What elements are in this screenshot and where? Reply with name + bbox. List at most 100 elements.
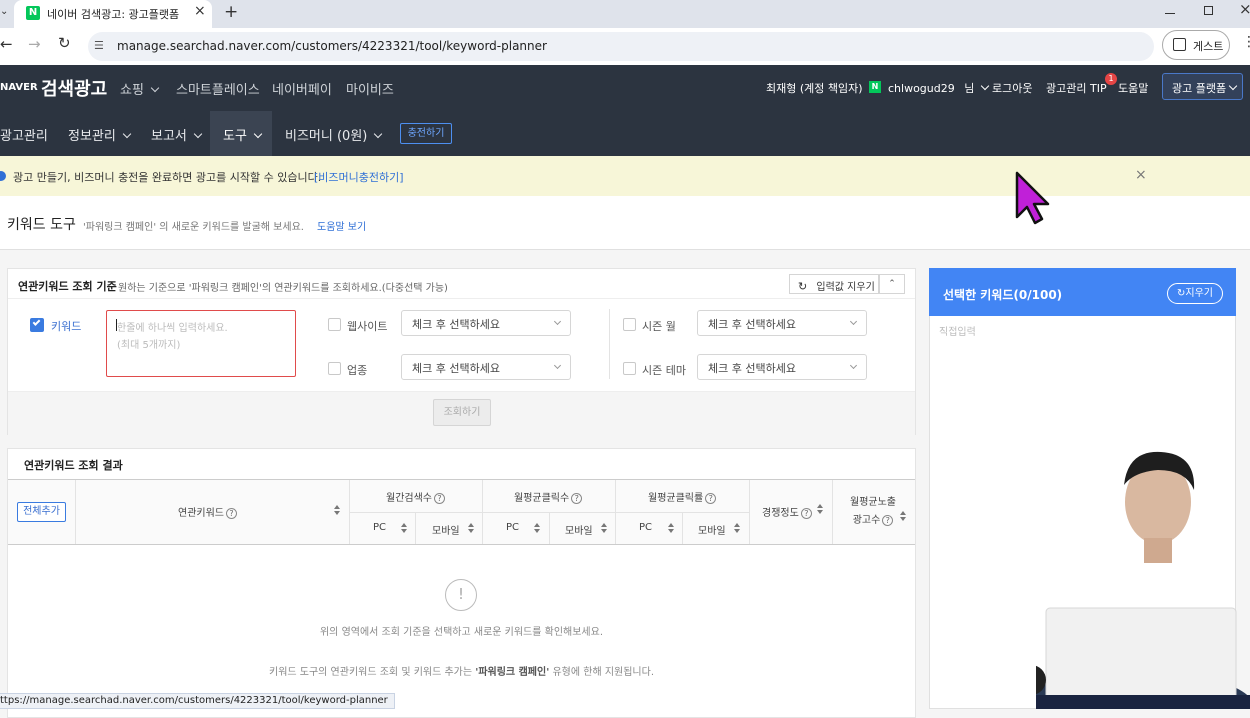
help-icon[interactable]: ? [800, 508, 812, 519]
searchad-logo[interactable]: 검색광고 [41, 75, 107, 101]
notice-close-icon[interactable]: × [1135, 167, 1147, 183]
main-top-nav: NAVER 검색광고 쇼핑 스마트플레이스 네이버페이 마이비즈 최재형 (계정… [0, 65, 1250, 111]
chevron-down-icon [553, 317, 562, 326]
page-title: 키워드 도구 [7, 217, 76, 233]
reset-input-button[interactable]: ↻ 입력값 지우기 [789, 274, 879, 294]
site-info-icon[interactable]: ☰ [94, 39, 104, 52]
help-icon[interactable]: ? [882, 515, 894, 526]
nav-item-reports[interactable]: 보고서 [151, 125, 203, 144]
season-theme-checkbox[interactable] [623, 362, 636, 375]
col-header-ctr-mobile[interactable]: 모바일 [698, 522, 726, 537]
help-icon[interactable]: ? [226, 508, 237, 519]
sort-icon[interactable] [401, 523, 407, 533]
support-notice: 키워드 도구의 연관키워드 조회 및 키워드 추가는 '파워링크 캠페인' 유형… [269, 667, 654, 678]
back-icon[interactable]: ← [0, 35, 13, 53]
logout-link[interactable]: 로그아웃 [992, 80, 1032, 96]
collapse-button[interactable]: ⌃ [879, 274, 905, 294]
col-header-keyword[interactable]: 연관키워드? [178, 504, 237, 519]
sort-icon[interactable] [817, 504, 823, 514]
help-icon[interactable]: ? [571, 493, 583, 504]
url-text: manage.searchad.naver.com/customers/4223… [117, 39, 547, 53]
keyword-textarea[interactable]: 한줄에 하나씩 입력하세요. (최대 5개까지) [106, 310, 296, 377]
season-month-checkbox[interactable] [623, 318, 636, 331]
webcam-overlay [1036, 440, 1250, 709]
website-checkbox[interactable] [328, 318, 341, 331]
nav-item-info-management[interactable]: 정보관리 [68, 125, 132, 144]
minimize-icon[interactable] [1165, 13, 1175, 14]
reload-icon[interactable]: ↻ [58, 34, 71, 52]
nav-item-shopping[interactable]: 쇼핑 [120, 79, 160, 98]
new-tab-button[interactable]: + [224, 2, 238, 22]
criteria-divider [609, 309, 610, 379]
browser-tab-bar: ⌄ N 네이버 검색광고: 광고플랫폼 × + × [0, 0, 1250, 28]
sort-icon[interactable] [468, 523, 474, 533]
browser-tab[interactable]: N 네이버 검색광고: 광고플랫폼 × [14, 0, 212, 28]
col-header-clicks-mobile[interactable]: 모바일 [565, 522, 593, 537]
bizmoney-charge-link[interactable]: [비즈머니충전하기] [314, 169, 404, 185]
industry-select[interactable]: 체크 후 선택하세요 [401, 354, 571, 380]
col-header-ad-exposure[interactable]: 월평균노출 광고수? [850, 494, 896, 530]
window-close-icon[interactable]: × [1239, 0, 1250, 18]
help-view-link[interactable]: 도움말 보기 [317, 218, 366, 233]
url-field[interactable]: ☰ manage.searchad.naver.com/customers/42… [88, 32, 1154, 61]
help-icon[interactable]: ? [434, 493, 445, 504]
col-header-search-mobile[interactable]: 모바일 [432, 522, 460, 537]
help-link[interactable]: 도움말 [1118, 80, 1148, 96]
tab-list-chevron-icon[interactable]: ⌄ [0, 6, 10, 20]
nav-item-tools[interactable]: 도구 [210, 111, 272, 156]
notice-banner: 광고 만들기, 비즈머니 충전을 완료하면 광고를 시작할 수 있습니다. [비… [0, 156, 1250, 196]
chevron-down-icon [122, 129, 132, 139]
guest-label: 게스트 [1193, 40, 1224, 53]
nav-item-mybiz[interactable]: 마이비즈 [346, 79, 394, 98]
results-title: 연관키워드 조회 결과 [24, 459, 123, 472]
user-menu[interactable]: chlwogud29 님 [888, 80, 990, 96]
sort-icon[interactable] [668, 523, 674, 533]
restore-icon[interactable] [1204, 6, 1213, 15]
tip-notification-badge: 1 [1105, 73, 1117, 85]
direct-input-field[interactable]: 직접입력 [939, 323, 976, 338]
keyword-checkbox[interactable] [30, 318, 44, 332]
info-icon [0, 171, 6, 181]
naver-account-icon: N [869, 81, 881, 93]
tab-close-icon[interactable]: × [194, 3, 206, 19]
clear-selected-button[interactable]: ↻지우기 [1167, 283, 1223, 304]
col-header-competition[interactable]: 경쟁정도? [762, 504, 812, 519]
sort-icon[interactable] [334, 505, 340, 515]
chevron-down-icon [553, 361, 562, 370]
forward-icon[interactable]: → [28, 35, 41, 53]
sort-icon[interactable] [534, 523, 540, 533]
browser-menu-icon[interactable]: ⋮ [1242, 34, 1250, 50]
charge-button[interactable]: 충전하기 [400, 123, 452, 144]
nav-item-bizmoney[interactable]: 비즈머니 (0원) [285, 125, 383, 144]
criteria-description: 원하는 기준으로 '파워링크 캠페인'의 연관키워드를 조회하세요.(다중선택 … [118, 283, 448, 294]
chevron-down-icon [849, 317, 858, 326]
season-month-label: 시즌 월 [642, 320, 676, 333]
ad-tip-link[interactable]: 광고관리 TIP [1046, 80, 1107, 96]
criteria-title: 연관키워드 조회 기준 [18, 280, 117, 293]
sort-icon[interactable] [601, 523, 607, 533]
search-button[interactable]: 조회하기 [433, 399, 491, 426]
website-select[interactable]: 체크 후 선택하세요 [401, 310, 571, 336]
season-month-select[interactable]: 체크 후 선택하세요 [697, 310, 867, 336]
col-header-ctr-pc[interactable]: PC [639, 522, 652, 533]
sort-icon[interactable] [734, 523, 740, 533]
nav-item-naverpay[interactable]: 네이버페이 [272, 79, 332, 98]
col-header-avg-clicks: 월평균클릭수? [514, 489, 583, 504]
industry-checkbox[interactable] [328, 362, 341, 375]
table-header-border [8, 544, 915, 545]
user-id: chlwogud29 [888, 82, 955, 95]
add-all-button[interactable]: 전체추가 [17, 502, 66, 522]
sort-icon[interactable] [900, 511, 906, 521]
season-theme-select[interactable]: 체크 후 선택하세요 [697, 354, 867, 380]
nav-item-ad-management[interactable]: 광고관리 [0, 125, 48, 144]
col-header-search-pc[interactable]: PC [373, 522, 386, 533]
help-icon[interactable]: ? [705, 493, 717, 504]
empty-state-icon: ! [445, 579, 477, 611]
mouse-cursor-icon [1014, 171, 1054, 225]
nav-item-smartplace[interactable]: 스마트플레이스 [176, 79, 260, 98]
check-icon [32, 318, 41, 326]
guest-profile-button[interactable]: 게스트 [1162, 30, 1230, 60]
ad-platform-button[interactable]: 광고 플랫폼 [1162, 73, 1243, 100]
season-theme-label: 시즌 테마 [642, 364, 686, 377]
col-header-clicks-pc[interactable]: PC [506, 522, 519, 533]
